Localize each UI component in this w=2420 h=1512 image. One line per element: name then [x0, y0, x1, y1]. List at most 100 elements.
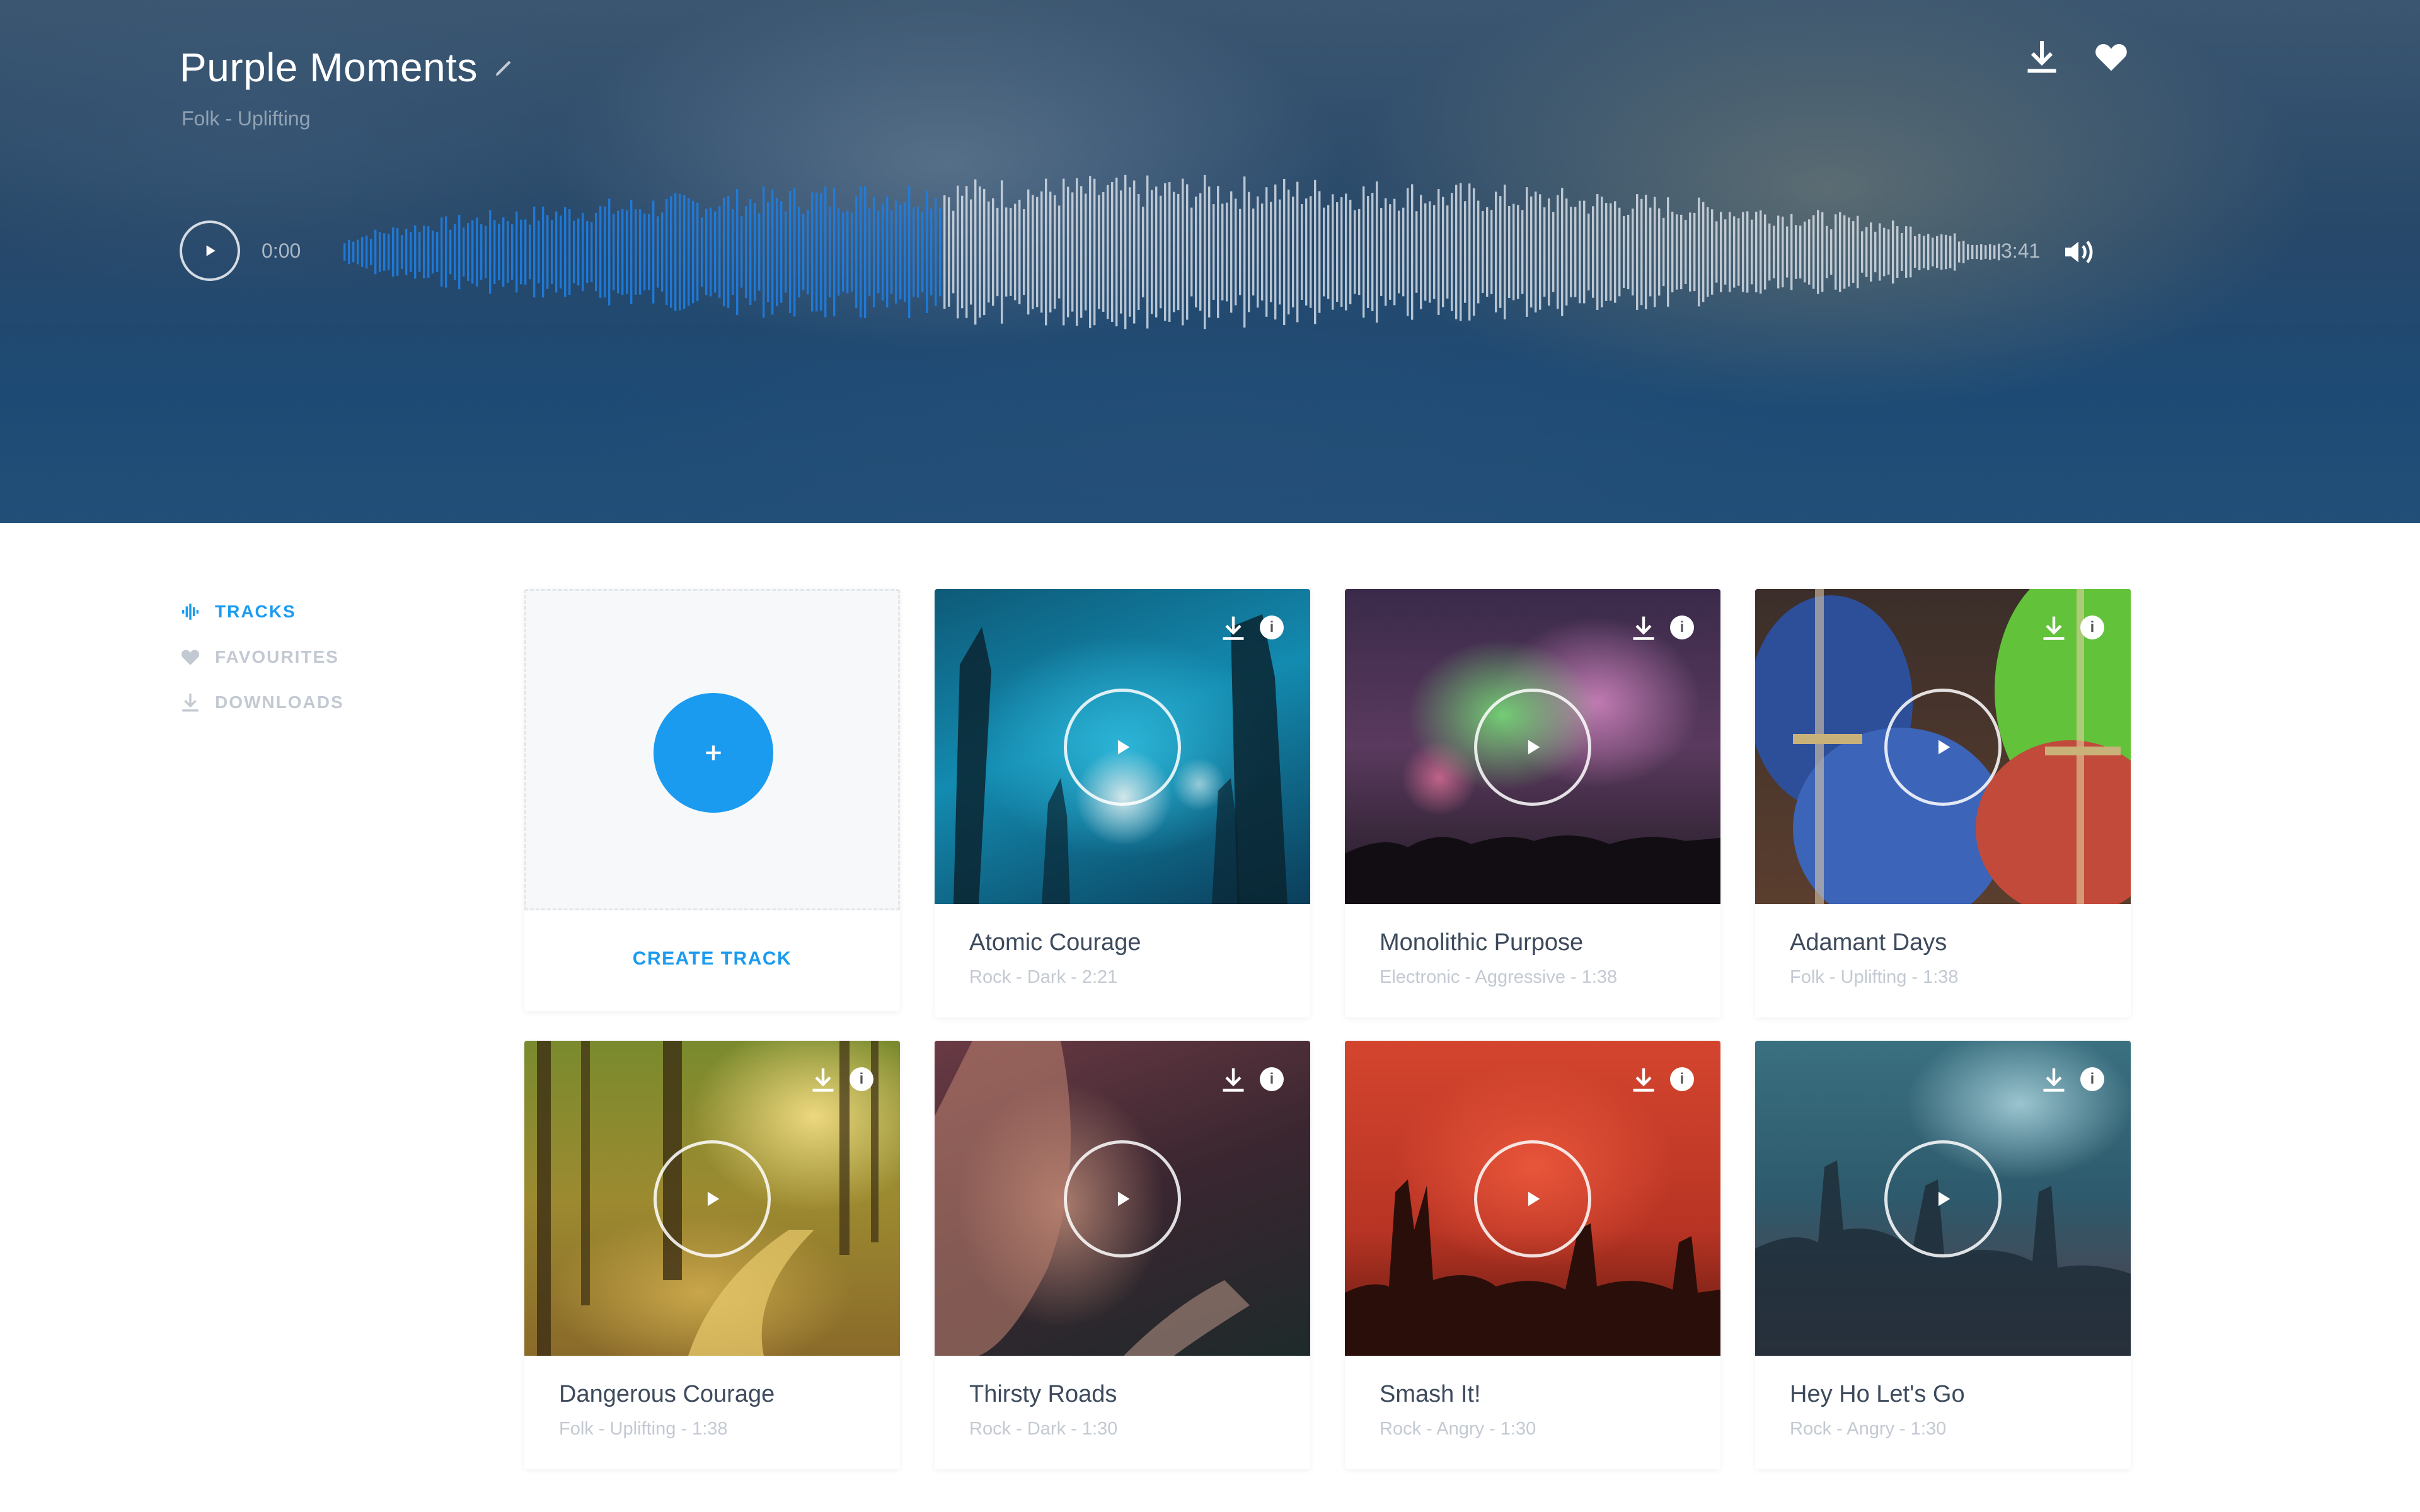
waveform-bar — [1402, 207, 1405, 297]
track-card[interactable]: i Hey Ho Let's Go Rock - Angry - 1:30 — [1755, 1041, 2131, 1469]
waveform-bar — [1252, 209, 1255, 295]
waveform-bar — [533, 206, 536, 298]
waveform-bar — [568, 209, 571, 295]
waveform-bar — [507, 221, 509, 283]
waveform-bar — [873, 197, 875, 307]
waveform-bar — [815, 192, 818, 312]
waveform-bar — [383, 233, 386, 271]
download-icon[interactable] — [1630, 614, 1657, 642]
waveform-bar — [1826, 226, 1828, 278]
volume-icon[interactable] — [2061, 234, 2096, 270]
waveform-bar — [904, 202, 906, 302]
waveform-bar — [1305, 198, 1308, 306]
download-icon[interactable] — [1219, 614, 1247, 642]
play-icon — [1117, 740, 1130, 755]
play-button[interactable] — [1474, 1140, 1591, 1257]
download-icon[interactable] — [2040, 1066, 2068, 1094]
waveform-bar — [1883, 227, 1886, 277]
sidebar-item-downloads[interactable]: DOWNLOADS — [180, 680, 344, 725]
waveform-bar — [1835, 214, 1837, 290]
waveform-bar — [718, 206, 721, 298]
info-icon[interactable]: i — [2080, 1067, 2104, 1091]
waveform-bar — [639, 209, 642, 295]
waveform-bar — [405, 229, 408, 275]
waveform-bar — [930, 209, 933, 295]
waveform-bar — [1654, 197, 1656, 307]
track-card[interactable]: i Smash It! Rock - Angry - 1:30 — [1345, 1041, 1720, 1469]
waveform-bar — [1089, 176, 1092, 328]
waveform-bar — [705, 209, 708, 295]
waveform-bar — [1014, 203, 1017, 301]
download-button[interactable] — [2020, 35, 2064, 79]
waveform-bar — [696, 202, 699, 302]
play-button[interactable] — [180, 220, 240, 281]
play-button[interactable] — [1474, 689, 1591, 806]
waveform-bar — [1667, 197, 1669, 307]
sidebar-item-tracks[interactable]: TRACKS — [180, 589, 344, 634]
waveform-bar — [1111, 181, 1114, 323]
info-icon[interactable]: i — [850, 1067, 873, 1091]
track-card[interactable]: i Thirsty Roads Rock - Dark - 1:30 — [935, 1041, 1310, 1469]
create-track-button[interactable]: CREATE TRACK — [524, 948, 900, 970]
favourite-button[interactable] — [2089, 35, 2133, 79]
info-icon[interactable]: i — [2080, 616, 2104, 639]
waveform-bar — [886, 196, 889, 308]
info-icon[interactable]: i — [1260, 1067, 1284, 1091]
waveform-bar — [564, 207, 567, 297]
track-card[interactable]: i Monolithic Purpose Electronic - Aggres… — [1345, 589, 1720, 1017]
waveform-bar — [1751, 219, 1753, 285]
waveform-bar — [957, 185, 959, 319]
waveform-bar — [1993, 245, 1996, 259]
download-icon[interactable] — [2040, 614, 2068, 642]
edit-pencil-icon[interactable] — [493, 56, 516, 79]
info-icon[interactable]: i — [1670, 616, 1694, 639]
play-button[interactable] — [654, 1140, 771, 1257]
download-icon[interactable] — [1630, 1066, 1657, 1094]
waveform-bar — [913, 207, 915, 297]
waveform-bar — [1248, 192, 1250, 312]
download-icon[interactable] — [1219, 1066, 1247, 1094]
waveform-bar — [745, 205, 747, 299]
waveform-bar — [1177, 193, 1180, 311]
track-card[interactable]: i Adamant Days Folk - Uplifting - 1:38 — [1755, 589, 2131, 1017]
waveform-bar — [1415, 211, 1418, 293]
waveform-bar — [1120, 190, 1122, 314]
waveform-bar — [1949, 236, 1952, 268]
sidebar-item-favourites[interactable]: FAVOURITES — [180, 634, 344, 680]
track-title: Purple Moments — [180, 45, 478, 90]
waveform-bar — [908, 186, 911, 318]
waveform-bar — [846, 210, 849, 294]
waveform-bar — [807, 209, 809, 295]
info-icon[interactable]: i — [1670, 1067, 1694, 1091]
play-button[interactable] — [1884, 1140, 2002, 1257]
play-button[interactable] — [1064, 1140, 1181, 1257]
play-button[interactable] — [1884, 689, 2002, 806]
add-track-button[interactable] — [654, 693, 773, 813]
waveform-bar — [1146, 175, 1149, 329]
waveform-bar — [1587, 214, 1590, 290]
waveform-bar — [1998, 243, 2000, 261]
track-card[interactable]: i Atomic Courage Rock - Dark - 2:21 — [935, 589, 1310, 1017]
waveform-bar — [1967, 244, 1969, 260]
create-track-card[interactable]: CREATE TRACK — [524, 589, 900, 1011]
waveform-bar — [1618, 207, 1621, 297]
waveform-bar — [842, 212, 844, 292]
waveform-bar — [1049, 192, 1052, 312]
waveform-bar — [476, 217, 478, 287]
waveform-bar — [542, 206, 544, 298]
waveform-bar — [366, 235, 368, 269]
waveform-bar — [511, 224, 514, 280]
download-icon[interactable] — [809, 1066, 837, 1094]
info-icon[interactable]: i — [1260, 616, 1284, 639]
waveform-bar — [1508, 206, 1511, 298]
waveform-scrubber[interactable] — [343, 158, 2001, 346]
header-actions — [2020, 35, 2133, 79]
waveform-bar — [1760, 210, 1762, 294]
track-card[interactable]: i Dangerous Courage Folk - Uplifting - 1… — [524, 1041, 900, 1469]
play-button[interactable] — [1064, 689, 1181, 806]
waveform-bar — [1217, 186, 1219, 318]
total-time: 3:41 — [2001, 239, 2041, 262]
waveform-bar — [1173, 192, 1175, 312]
waveform-bar — [1821, 212, 1824, 292]
waveform-bar — [626, 210, 628, 294]
